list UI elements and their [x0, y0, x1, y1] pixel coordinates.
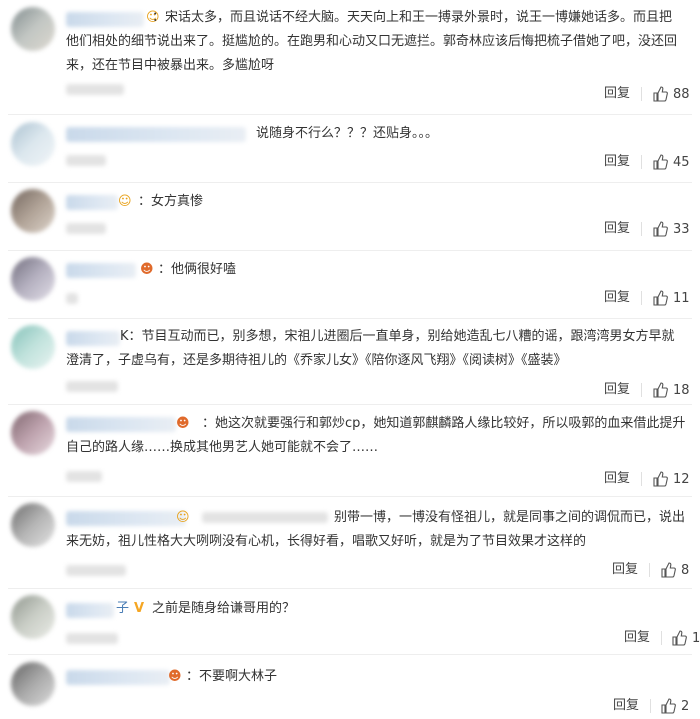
thumbs-up-icon — [653, 86, 668, 102]
action-separator — [641, 155, 642, 169]
like-count: 18 — [673, 382, 690, 398]
action-separator — [661, 631, 662, 645]
avatar[interactable] — [11, 257, 55, 301]
like-count: 2 — [681, 698, 690, 714]
verified-v-icon: V — [134, 601, 145, 616]
vip-badge-icon: ☻ — [168, 669, 182, 684]
avatar[interactable] — [11, 189, 55, 233]
timestamp-blurred — [66, 471, 102, 482]
thumbs-up-icon — [661, 698, 676, 714]
thumbs-up-icon — [653, 382, 668, 398]
thumbs-up-icon — [653, 471, 668, 487]
action-separator — [641, 87, 642, 101]
thumbs-up-icon — [672, 630, 687, 646]
like-button[interactable]: 12 — [652, 470, 690, 488]
timestamp-blurred — [66, 565, 126, 576]
like-button[interactable]: 45 — [652, 153, 690, 171]
timestamp-blurred — [66, 84, 124, 95]
comment-item: ☺ 别带一博，一博没有怪祖儿，就是同事之间的调侃而已，说出来无妨，祖儿性格大大咧… — [0, 497, 700, 589]
comment-text: ：不要啊大林子 — [186, 669, 278, 684]
comment-item: 子 V 之前是随身给谦哥用的？ 回复 1 — [0, 589, 700, 653]
comment-text: 之前是随身给谦哥用的？ — [152, 601, 296, 616]
comment-text: 说随身不行么？？？还贴身。。。 — [256, 126, 439, 141]
like-button[interactable]: 18 — [652, 381, 690, 399]
comment-list: ☺ ：宋话太多，而且说话不经大脑。天天向上和王一搏录外景时，说王一博嫌她话多。而… — [0, 0, 700, 719]
timestamp-blurred — [66, 293, 78, 304]
avatar[interactable] — [11, 122, 55, 166]
reply-button[interactable]: 回复 — [613, 697, 639, 715]
like-count: 8 — [681, 562, 690, 578]
timestamp-blurred — [66, 633, 118, 644]
comment-text: ：她这次就要强行和郭炒cp，她知道郭麒麟路人缘比较好，所以吸郭的血来借此提升自己… — [66, 416, 686, 455]
username-blurred[interactable] — [66, 670, 170, 685]
thumbs-up-icon — [653, 221, 668, 237]
like-count: 12 — [673, 471, 690, 487]
like-count: 11 — [673, 290, 690, 306]
action-separator — [650, 699, 651, 713]
reply-button[interactable]: 回复 — [604, 220, 630, 238]
comment-item: ☺ ：女方真惨 回复 33 — [0, 183, 700, 251]
comment-item: ☺ ：宋话太多，而且说话不经大脑。天天向上和王一搏录外景时，说王一博嫌她话多。而… — [0, 0, 700, 114]
avatar[interactable] — [11, 662, 55, 706]
avatar[interactable] — [11, 595, 55, 639]
reply-button[interactable]: 回复 — [604, 289, 630, 307]
like-button[interactable]: 88 — [652, 85, 690, 103]
avatar[interactable] — [11, 411, 55, 455]
comment-text: ：他俩很好嗑 — [158, 262, 237, 277]
comment-item: K：节目互动而已，别多想，宋祖儿进圈后一直单身，别给她造乱七八糟的谣，跟湾湾男女… — [0, 319, 700, 403]
reply-button[interactable]: 回复 — [604, 153, 630, 171]
action-separator — [641, 472, 642, 486]
thumbs-up-icon — [653, 154, 668, 170]
timestamp-blurred — [66, 155, 106, 166]
like-count: 88 — [673, 86, 690, 102]
username-blurred[interactable] — [66, 603, 114, 618]
like-button[interactable]: 1 — [671, 629, 700, 647]
reply-button[interactable]: 回复 — [604, 470, 630, 488]
comment-text: K：节目互动而已，别多想，宋祖儿进圈后一直单身，别给她造乱七八糟的谣，跟湾湾男女… — [66, 329, 675, 368]
comment-item: ☻ ：他俩很好嗑 回复 11 — [0, 251, 700, 319]
reply-button[interactable]: 回复 — [624, 629, 650, 647]
username-blurred[interactable] — [66, 195, 118, 210]
action-separator — [641, 222, 642, 236]
reply-button[interactable]: 回复 — [612, 561, 638, 579]
avatar[interactable] — [11, 325, 55, 369]
like-button[interactable]: 33 — [652, 220, 690, 238]
comment-text: ：女方真惨 — [138, 194, 204, 209]
like-count: 33 — [673, 221, 690, 237]
thumbs-up-icon — [653, 290, 668, 306]
reply-button[interactable]: 回复 — [604, 85, 630, 103]
like-button[interactable]: 11 — [652, 289, 690, 307]
avatar[interactable] — [11, 503, 55, 547]
username-blurred[interactable] — [66, 263, 136, 278]
like-button[interactable]: 8 — [660, 561, 689, 579]
comment-item: 说随身不行么？？？还贴身。。。 回复 45 — [0, 115, 700, 185]
comment-item: ☻ ：不要啊大林子 回复 2 — [0, 655, 700, 719]
action-separator — [641, 291, 642, 305]
reply-button[interactable]: 回复 — [604, 381, 630, 399]
like-count: 45 — [673, 154, 690, 170]
vip-badge-icon: ☺ — [118, 194, 132, 209]
avatar[interactable] — [11, 7, 55, 51]
timestamp-blurred — [66, 223, 106, 234]
like-count: 1 — [692, 630, 700, 646]
comment-text: ：宋话太多，而且说话不经大脑。天天向上和王一搏录外景时，说王一博嫌她话多。而且把… — [66, 10, 678, 73]
thumbs-up-icon — [661, 562, 676, 578]
comment-text: 别带一博，一博没有怪祖儿，就是同事之间的调侃而已，说出来无妨，祖儿性格大大咧咧没… — [66, 510, 686, 549]
action-separator — [641, 383, 642, 397]
vip-badge-icon: ☻ — [140, 262, 154, 277]
username-blurred[interactable] — [66, 127, 246, 142]
action-separator — [649, 563, 650, 577]
comment-item: ☻ ：她这次就要强行和郭炒cp，她知道郭麒麟路人缘比较好，所以吸郭的血来借此提升… — [0, 405, 700, 497]
comment-username-suffix[interactable]: 子 — [116, 597, 129, 621]
like-button[interactable]: 2 — [660, 697, 689, 715]
timestamp-blurred — [66, 381, 118, 392]
